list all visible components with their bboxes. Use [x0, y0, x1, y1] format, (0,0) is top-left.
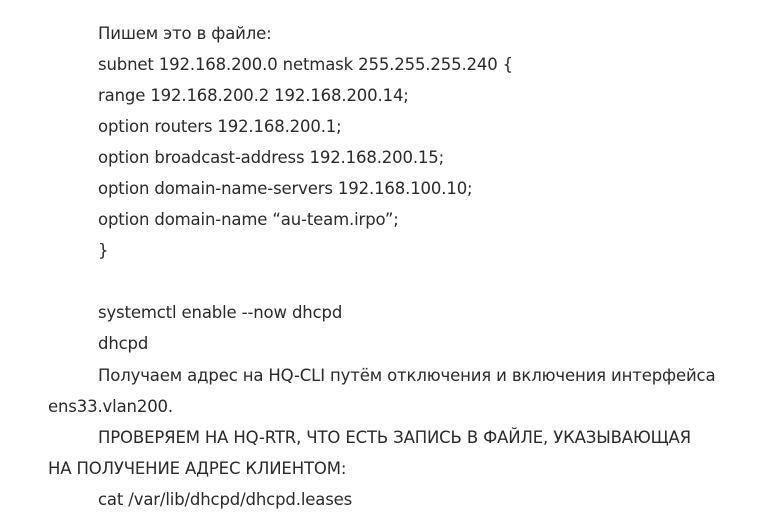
paragraph-get-address: Получаем адрес на HQ-CLI путём отключени… [48, 360, 738, 422]
paragraph-check-record: ПРОВЕРЯЕМ НА HQ-RTR, ЧТО ЕСТЬ ЗАПИСЬ В Ф… [48, 422, 738, 484]
systemctl-command-line: systemctl enable --now dhcpd [98, 303, 343, 322]
paragraph-check-record-line1: ПРОВЕРЯЕМ НА HQ-RTR, ЧТО ЕСТЬ ЗАПИСЬ В Ф… [98, 428, 691, 447]
document-page: Пишем это в файле: subnet 192.168.200.0 … [0, 0, 759, 527]
range-line: range 192.168.200.2 192.168.200.14; [98, 86, 409, 105]
dhcpd-command-line: dhcpd [98, 334, 149, 353]
paragraph-get-address-line2: ens33.vlan200. [48, 397, 174, 416]
subnet-line: subnet 192.168.200.0 netmask 255.255.255… [98, 55, 514, 74]
cat-leases-command-line: cat /var/lib/dhcpd/dhcpd.leases [98, 490, 353, 509]
closing-brace-line: } [98, 241, 109, 260]
broadcast-line: option broadcast-address 192.168.200.15; [98, 148, 445, 167]
dns-servers-line: option domain-name-servers 192.168.100.1… [98, 179, 473, 198]
paragraph-get-address-line1: Получаем адрес на HQ-CLI путём отключени… [98, 366, 716, 385]
intro-line: Пишем это в файле: [98, 24, 272, 43]
paragraph-check-record-line2: НА ПОЛУЧЕНИЕ АДРЕС КЛИЕНТОМ: [48, 459, 347, 478]
routers-line: option routers 192.168.200.1; [98, 117, 342, 136]
domain-name-line: option domain-name “au-team.irpo”; [98, 210, 399, 229]
